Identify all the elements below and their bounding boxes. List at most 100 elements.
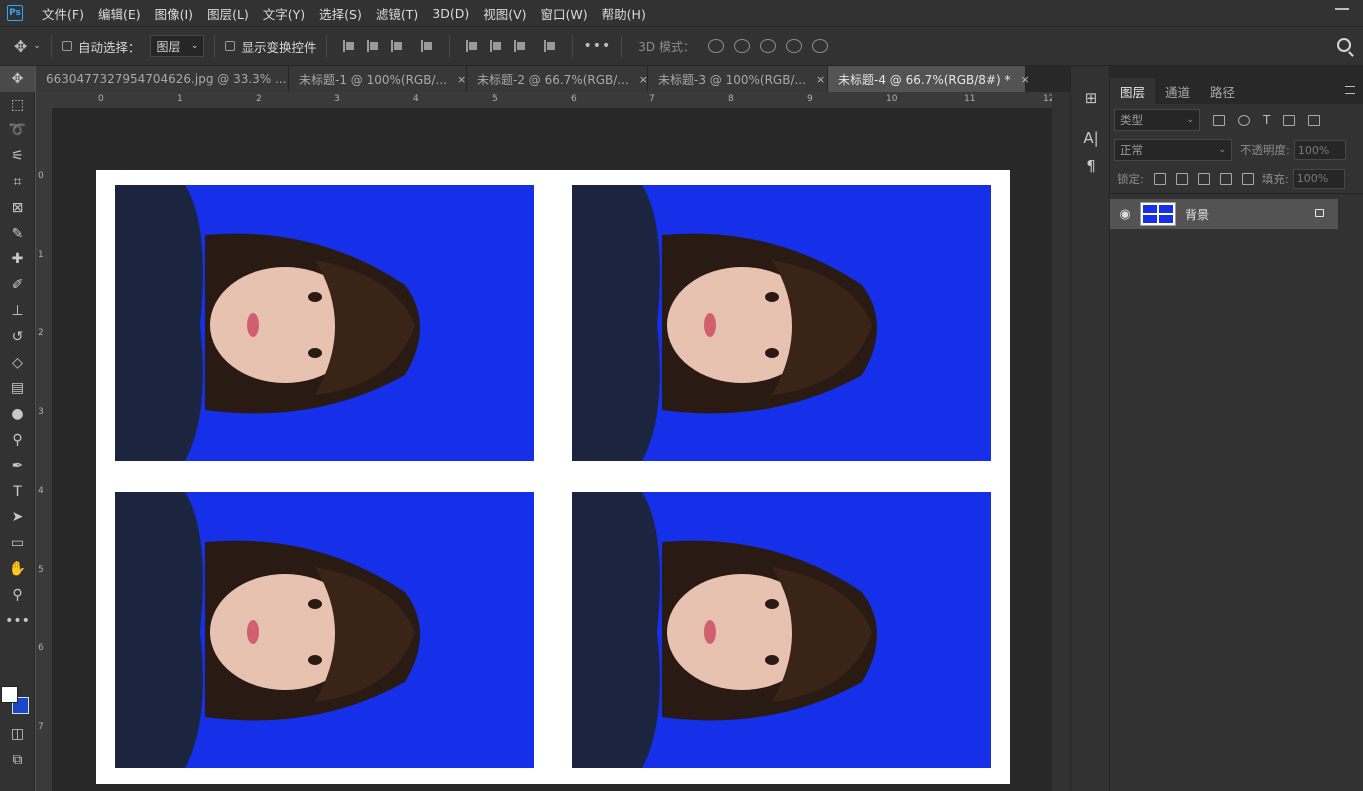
magic-wand-tool-icon[interactable]: ⚟	[0, 143, 35, 169]
eraser-tool-icon[interactable]: ◇	[0, 350, 35, 376]
align-top-icon[interactable]	[466, 39, 478, 53]
tab-label: 未标题-2 @ 66.7%(RGB/...	[477, 72, 629, 87]
dodge-tool-icon[interactable]: ⚲	[0, 427, 35, 453]
type-tool-icon[interactable]: T	[0, 479, 35, 505]
rectangle-tool-icon[interactable]: ▭	[0, 530, 35, 556]
auto-select-checkbox[interactable]	[61, 41, 72, 51]
align-right-icon[interactable]	[391, 39, 403, 53]
align-center-icon[interactable]	[367, 39, 379, 53]
filter-adjustment-icon[interactable]	[1238, 114, 1250, 126]
menu-edit[interactable]: 编辑(E)	[91, 4, 148, 23]
eye-icon[interactable]: ◉	[1110, 207, 1140, 222]
ruler-tick: 2	[38, 328, 44, 338]
horizontal-ruler[interactable]: 0 1 2 3 4 5 6 7 8 9 10 11 12	[53, 92, 1052, 109]
show-transform-checkbox[interactable]	[225, 41, 236, 51]
align-middle-icon[interactable]	[490, 39, 502, 53]
distribute-horizontal-icon[interactable]	[421, 39, 433, 53]
tab-document-3[interactable]: 未标题-2 @ 66.7%(RGB/... ×	[467, 66, 648, 92]
brush-tool-icon[interactable]: ✐	[0, 272, 35, 298]
close-icon[interactable]: ×	[1021, 73, 1030, 86]
filter-shape-icon[interactable]	[1283, 114, 1296, 126]
quick-mask-icon[interactable]: ◫	[0, 721, 35, 747]
minimize-icon[interactable]	[1335, 8, 1349, 10]
chevron-down-icon[interactable]: ⌄	[33, 41, 41, 51]
zoom-tool-icon[interactable]: ⚲	[0, 582, 35, 608]
lock-artboard-icon[interactable]	[1219, 172, 1232, 185]
auto-select-dropdown[interactable]: 图层 ⌄	[150, 35, 205, 57]
pen-tool-icon[interactable]: ✒	[0, 453, 35, 479]
history-brush-tool-icon[interactable]: ↺	[0, 324, 35, 350]
portrait-image	[115, 492, 534, 768]
filter-pixel-icon[interactable]	[1213, 114, 1225, 126]
align-left-icon[interactable]	[343, 39, 355, 53]
tab-channels[interactable]: 通道	[1155, 78, 1200, 104]
stamp-tool-icon[interactable]: ⊥	[0, 298, 35, 324]
lock-all-icon[interactable]	[1241, 172, 1254, 185]
frame-tool-icon[interactable]: ⊠	[0, 195, 35, 221]
menu-window[interactable]: 窗口(W)	[534, 4, 595, 23]
fill-field[interactable]: 100%	[1292, 168, 1345, 189]
search-icon[interactable]	[1337, 38, 1351, 52]
marquee-tool-icon[interactable]: ⬚	[0, 92, 35, 118]
tab-document-1[interactable]: 6630477327954704626.jpg @ 33.3% ... ×	[36, 66, 306, 92]
character-icon[interactable]: A|	[1071, 124, 1111, 152]
menu-type[interactable]: 文字(Y)	[256, 4, 312, 23]
3d-slide-icon[interactable]	[785, 39, 802, 53]
filter-smart-object-icon[interactable]	[1308, 114, 1321, 126]
menu-select[interactable]: 选择(S)	[312, 4, 369, 23]
close-icon[interactable]: ×	[457, 73, 466, 86]
edit-toolbar-icon[interactable]: •••	[0, 608, 35, 634]
screen-mode-icon[interactable]: ⧉	[0, 747, 35, 773]
gradient-tool-icon[interactable]: ▤	[0, 376, 35, 402]
menu-filter[interactable]: 滤镜(T)	[369, 4, 425, 23]
close-icon[interactable]: ×	[639, 73, 648, 86]
opacity-field[interactable]: 100%	[1293, 140, 1346, 160]
menu-help[interactable]: 帮助(H)	[595, 4, 653, 23]
path-selection-tool-icon[interactable]: ➤	[0, 505, 35, 531]
tab-paths[interactable]: 路径	[1200, 78, 1245, 104]
move-tool-icon[interactable]: ✥	[0, 66, 35, 92]
more-options-icon[interactable]: •••	[583, 38, 611, 54]
ruler-corner	[36, 92, 53, 109]
document-canvas[interactable]	[96, 170, 1010, 784]
filter-kind-dropdown[interactable]: 类型 ⌄	[1114, 109, 1200, 131]
canvas-area[interactable]	[53, 109, 1052, 791]
panel-menu-icon[interactable]	[1345, 86, 1355, 94]
tab-document-4[interactable]: 未标题-3 @ 100%(RGB/... ×	[648, 66, 828, 92]
menu-view[interactable]: 视图(V)	[476, 4, 533, 23]
crop-tool-icon[interactable]: ⌗	[0, 169, 35, 195]
lasso-tool-icon[interactable]: ➰	[0, 118, 35, 144]
layer-row[interactable]: ◉ 背景	[1110, 199, 1338, 229]
tab-document-2[interactable]: 未标题-1 @ 100%(RGB/... ×	[289, 66, 467, 92]
ruler-tick: 2	[256, 94, 262, 104]
eyedropper-tool-icon[interactable]: ✎	[0, 221, 35, 247]
lock-transparent-icon[interactable]	[1153, 172, 1166, 185]
menu-layer[interactable]: 图层(L)	[200, 4, 256, 23]
menu-3d[interactable]: 3D(D)	[425, 6, 476, 21]
menu-file[interactable]: 文件(F)	[35, 4, 91, 23]
menu-image[interactable]: 图像(I)	[148, 4, 200, 23]
filter-type-icon[interactable]: T	[1263, 113, 1270, 127]
blend-mode-dropdown[interactable]: 正常 ⌄	[1114, 139, 1232, 161]
close-icon[interactable]: ×	[816, 73, 825, 86]
3d-orbit-icon[interactable]	[707, 39, 724, 53]
healing-brush-tool-icon[interactable]: ✚	[0, 247, 35, 273]
tab-layers[interactable]: 图层	[1110, 78, 1156, 104]
libraries-icon[interactable]: ⊞	[1071, 84, 1111, 112]
3d-scale-icon[interactable]	[811, 39, 828, 53]
lock-position-icon[interactable]	[1197, 172, 1210, 185]
blur-tool-icon[interactable]: ●	[0, 401, 35, 427]
align-bottom-icon[interactable]	[514, 39, 526, 53]
tab-document-5[interactable]: 未标题-4 @ 66.7%(RGB/8#) * ×	[828, 66, 1030, 92]
vertical-scrollbar[interactable]	[1052, 92, 1070, 791]
3d-pan-icon[interactable]	[759, 39, 776, 53]
vertical-ruler[interactable]: 0 1 2 3 4 5 6 7	[36, 109, 53, 791]
3d-roll-icon[interactable]	[733, 39, 750, 53]
distribute-vertical-icon[interactable]	[544, 39, 556, 53]
paragraph-icon[interactable]: ¶	[1071, 152, 1111, 180]
move-icon[interactable]: ✥	[14, 37, 27, 56]
lock-image-icon[interactable]	[1175, 172, 1188, 185]
lock-row: 锁定: 填充: 100%	[1110, 164, 1363, 194]
hand-tool-icon[interactable]: ✋	[0, 556, 35, 582]
foreground-color-swatch[interactable]	[1, 686, 18, 703]
